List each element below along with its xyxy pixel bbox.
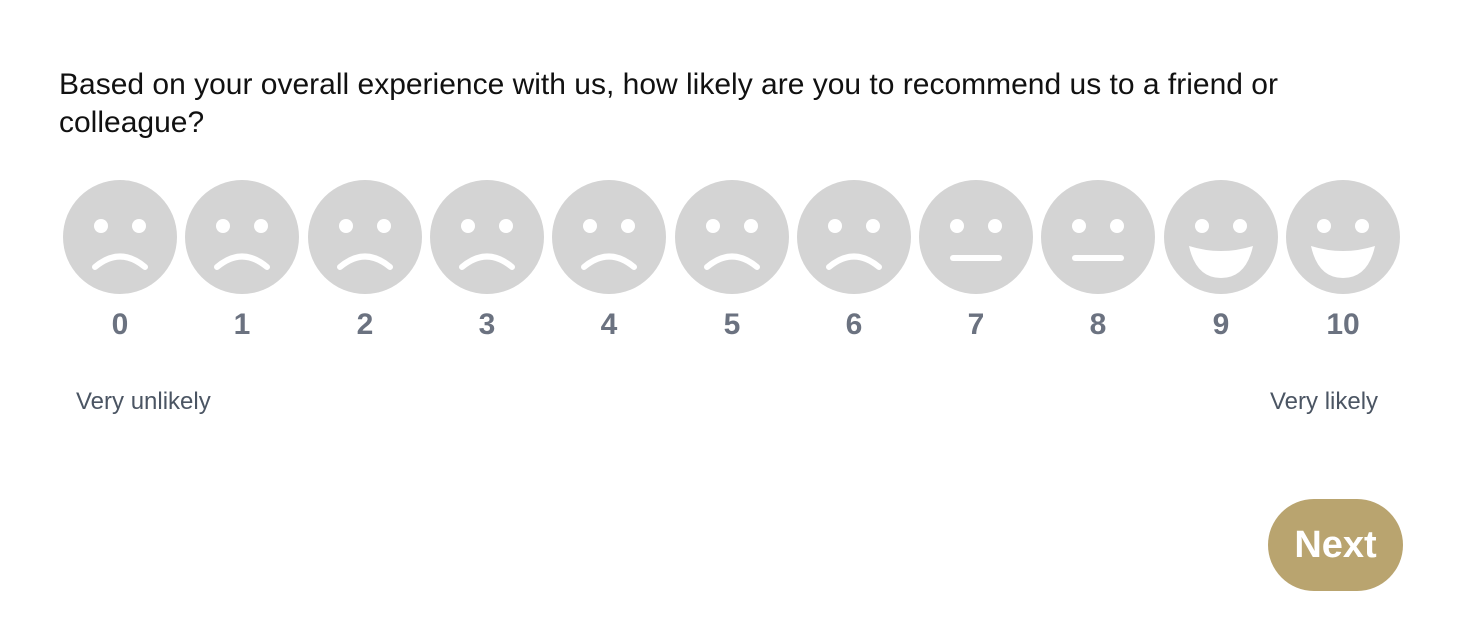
rating-option-2[interactable]: 2 — [308, 180, 422, 350]
nps-scale: 0 1 2 3 4 5 6 7 8 9 10 — [63, 180, 1403, 350]
rating-option-8[interactable]: 8 — [1041, 180, 1155, 350]
rating-number: 5 — [723, 308, 741, 341]
sad-face-icon — [430, 180, 544, 294]
scale-high-label: Very likely — [1270, 388, 1379, 415]
next-button[interactable]: Next — [1268, 499, 1403, 591]
rating-option-3[interactable]: 3 — [430, 180, 544, 350]
neutral-face-icon — [1041, 180, 1155, 294]
neutral-face-icon — [919, 180, 1033, 294]
rating-number: 2 — [356, 308, 374, 341]
sad-face-icon — [797, 180, 911, 294]
rating-option-6[interactable]: 6 — [797, 180, 911, 350]
happy-face-icon — [1286, 180, 1400, 294]
scale-low-label: Very unlikely — [76, 388, 211, 415]
rating-number: 10 — [1326, 308, 1360, 341]
rating-number: 1 — [233, 308, 251, 341]
rating-option-4[interactable]: 4 — [552, 180, 666, 350]
rating-option-5[interactable]: 5 — [675, 180, 789, 350]
rating-number: 0 — [111, 308, 129, 341]
rating-number: 3 — [478, 308, 496, 341]
rating-number: 7 — [967, 308, 985, 341]
rating-number: 6 — [845, 308, 863, 341]
rating-number: 9 — [1212, 308, 1230, 341]
happy-face-icon — [1164, 180, 1278, 294]
sad-face-icon — [675, 180, 789, 294]
rating-option-9[interactable]: 9 — [1164, 180, 1278, 350]
sad-face-icon — [185, 180, 299, 294]
sad-face-icon — [308, 180, 422, 294]
rating-number: 4 — [600, 308, 618, 341]
sad-face-icon — [552, 180, 666, 294]
rating-option-10[interactable]: 10 — [1286, 180, 1400, 350]
rating-option-7[interactable]: 7 — [919, 180, 1033, 350]
rating-number: 8 — [1089, 308, 1107, 341]
rating-option-1[interactable]: 1 — [185, 180, 299, 350]
rating-option-0[interactable]: 0 — [63, 180, 177, 350]
sad-face-icon — [63, 180, 177, 294]
survey-question: Based on your overall experience with us… — [59, 68, 1278, 139]
